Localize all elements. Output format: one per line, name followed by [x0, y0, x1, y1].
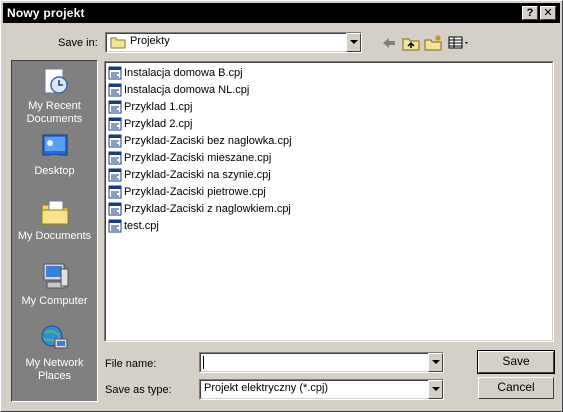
cpj-file-icon	[108, 66, 122, 80]
cpj-file-icon	[108, 83, 122, 97]
cpj-file-icon	[108, 151, 122, 165]
cpj-file-icon	[108, 168, 122, 182]
close-button[interactable]: ✕	[540, 6, 556, 20]
place-my-documents[interactable]: My Documents	[12, 196, 97, 243]
my-documents-icon	[41, 200, 68, 225]
place-desktop[interactable]: Desktop	[12, 131, 97, 178]
file-name: Instalacja domowa NL.cpj	[124, 84, 250, 96]
place-label-line1: My Recent	[28, 100, 81, 112]
up-folder-icon[interactable]	[401, 34, 421, 52]
file-name: Przyklad-Zaciski mieszane.cpj	[124, 152, 272, 164]
recent-documents-icon	[44, 68, 68, 94]
cancel-button[interactable]: Cancel	[478, 377, 554, 399]
file-name: Przyklad 2.cpj	[124, 118, 193, 130]
cpj-file-icon	[108, 100, 122, 114]
save-as-type-dropdown-arrow[interactable]	[428, 380, 443, 399]
view-menu-icon[interactable]	[447, 34, 471, 52]
cpj-file-icon	[108, 219, 122, 233]
network-places-icon	[41, 325, 67, 351]
save-in-dropdown[interactable]: Projekty	[105, 32, 362, 53]
save-in-value: Projekty	[130, 35, 170, 47]
file-name: Przyklad-Zaciski na szynie.cpj	[124, 169, 271, 181]
file-name: Przyklad-Zaciski z naglowkiem.cpj	[124, 203, 291, 215]
file-name: Przyklad-Zaciski bez naglowka.cpj	[124, 135, 292, 147]
file-name: Przyklad-Zaciski pietrowe.cpj	[124, 186, 266, 198]
file-name-label: File name:	[105, 358, 157, 370]
new-folder-icon[interactable]	[423, 34, 443, 52]
title-bar[interactable]: Nowy projekt ? ✕	[3, 3, 560, 23]
file-name-dropdown-arrow[interactable]	[428, 353, 443, 372]
folder-icon	[110, 37, 126, 49]
place-recent-documents[interactable]: My Recent Documents	[12, 66, 97, 126]
places-bar: My Recent Documents Desktop My Documents	[11, 60, 98, 402]
save-as-type-select[interactable]: Projekt elektryczny (*.cpj)	[199, 379, 444, 400]
place-my-computer[interactable]: My Computer	[12, 261, 97, 308]
file-list[interactable]: Instalacja domowa B.cpj Instalacja domowa…	[104, 61, 554, 342]
save-button[interactable]: Save	[477, 350, 555, 374]
save-dialog-window: Nowy projekt ? ✕ Save in: Projekty My Re…	[0, 0, 563, 412]
save-as-type-label: Save as type:	[105, 384, 172, 396]
place-label-line1: My Network	[25, 357, 84, 369]
my-computer-icon	[43, 263, 68, 289]
cpj-file-icon	[108, 185, 122, 199]
cpj-file-icon	[108, 202, 122, 216]
cpj-file-icon	[108, 134, 122, 148]
place-label-line1: My Computer	[21, 295, 88, 307]
file-name: Instalacja domowa B.cpj	[124, 67, 243, 79]
save-as-type-value: Projekt elektryczny (*.cpj)	[204, 382, 329, 394]
text-cursor	[203, 356, 204, 369]
place-label-line2: Places	[37, 370, 72, 382]
save-in-dropdown-arrow[interactable]	[346, 33, 361, 52]
place-label-line1: Desktop	[34, 165, 75, 177]
file-name: Przyklad 1.cpj	[124, 101, 193, 113]
file-name-field[interactable]	[199, 352, 444, 373]
place-label-line2: Documents	[26, 113, 83, 125]
place-label-line1: My Documents	[17, 230, 92, 242]
file-name: test.cpj	[124, 220, 159, 232]
help-button[interactable]: ?	[522, 6, 538, 20]
save-in-label: Save in:	[58, 37, 98, 49]
window-title: Nowy projekt	[7, 6, 85, 20]
cpj-file-icon	[108, 117, 122, 131]
desktop-icon	[42, 134, 67, 158]
back-arrow-icon[interactable]	[379, 34, 399, 52]
place-network[interactable]: My Network Places	[12, 323, 97, 383]
